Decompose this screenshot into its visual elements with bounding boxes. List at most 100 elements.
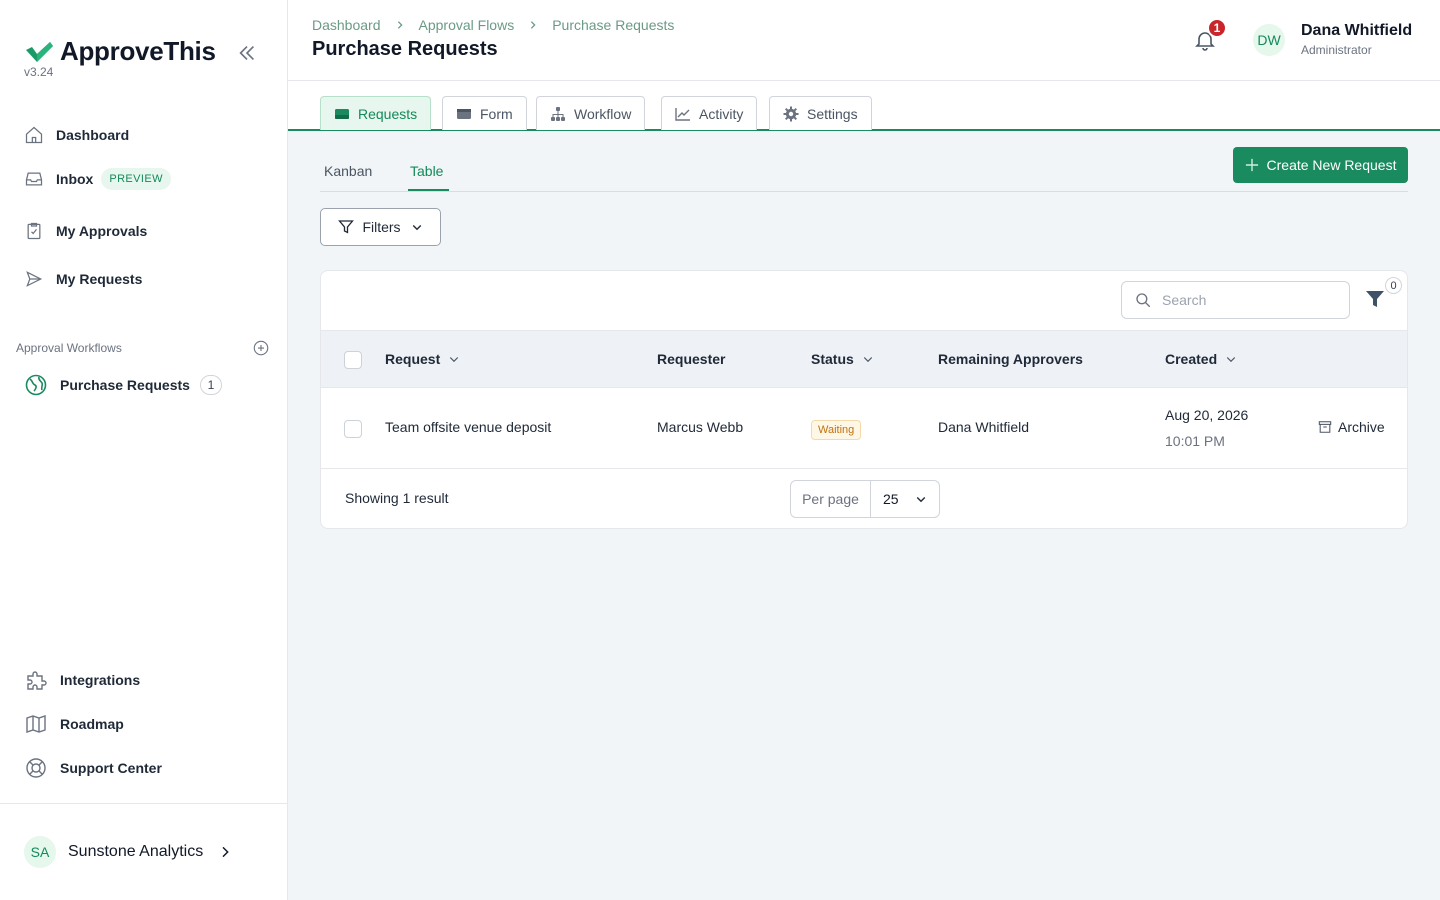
tab-settings[interactable]: Settings bbox=[769, 96, 872, 130]
tab-label: Workflow bbox=[574, 105, 632, 122]
sidebar-item-inbox[interactable]: Inbox PREVIEW bbox=[24, 168, 171, 190]
sidebar-item-integrations[interactable]: Integrations bbox=[24, 668, 140, 692]
sidebar-item-label: Support Center bbox=[60, 760, 162, 776]
tab-form[interactable]: Form bbox=[442, 96, 527, 130]
chevron-down-icon bbox=[1226, 357, 1236, 363]
sidebar-item-my-requests[interactable]: My Requests bbox=[24, 269, 142, 289]
archive-button[interactable]: Archive bbox=[1318, 419, 1385, 435]
remaining-approvers: Dana Whitfield bbox=[938, 419, 1030, 435]
top-header: Dashboard Approval Flows Purchase Reques… bbox=[288, 0, 1440, 81]
checkmark-logo-icon bbox=[26, 41, 53, 62]
add-workflow-icon[interactable] bbox=[252, 339, 270, 357]
column-label: Request bbox=[385, 351, 441, 367]
chevron-right-icon bbox=[531, 21, 536, 29]
request-title[interactable]: Team offsite venue deposit bbox=[385, 419, 551, 435]
user-role: Administrator bbox=[1301, 43, 1372, 57]
per-page-value: 25 bbox=[883, 491, 899, 507]
column-label: Requester bbox=[657, 351, 726, 367]
org-avatar: SA bbox=[24, 836, 56, 868]
sidebar: ApproveThis v3.24 Dashboard Inbox PREVIE… bbox=[0, 0, 288, 900]
workflow-tabbar: Requests Form Workflow Activity Settings bbox=[288, 81, 1440, 131]
user-name[interactable]: Dana Whitfield bbox=[1301, 22, 1412, 40]
preview-badge: PREVIEW bbox=[101, 168, 171, 190]
column-header-created[interactable]: Created bbox=[1165, 351, 1237, 367]
column-header-remaining-approvers: Remaining Approvers bbox=[938, 351, 1083, 367]
form-icon bbox=[457, 108, 471, 119]
sidebar-item-label: Purchase Requests bbox=[60, 377, 190, 393]
puzzle-icon bbox=[27, 671, 47, 690]
user-avatar[interactable]: DW bbox=[1253, 24, 1285, 56]
status-badge: Waiting bbox=[811, 420, 862, 440]
request-count-badge: 1 bbox=[199, 375, 222, 395]
tab-workflow[interactable]: Workflow bbox=[536, 96, 646, 130]
search-input[interactable] bbox=[1162, 292, 1332, 308]
sidebar-item-label: My Approvals bbox=[56, 223, 148, 239]
chevron-down-icon bbox=[412, 225, 421, 231]
filters-button[interactable]: Filters bbox=[320, 208, 441, 246]
clipboard-check-icon bbox=[27, 222, 41, 240]
globe-icon bbox=[25, 374, 47, 396]
search-field[interactable] bbox=[1121, 281, 1350, 319]
gear-icon bbox=[783, 106, 799, 121]
organization-switcher[interactable]: SA Sunstone Analytics bbox=[24, 836, 233, 868]
send-icon bbox=[26, 271, 43, 287]
map-icon bbox=[26, 715, 46, 733]
chevron-right-icon bbox=[397, 21, 403, 29]
column-header-request[interactable]: Request bbox=[385, 351, 460, 367]
sidebar-item-label: Roadmap bbox=[60, 716, 124, 732]
column-filter-icon[interactable] bbox=[1365, 289, 1385, 309]
create-new-request-button[interactable]: Create New Request bbox=[1233, 147, 1408, 183]
sidebar-item-dashboard[interactable]: Dashboard bbox=[24, 125, 129, 145]
archive-label: Archive bbox=[1338, 419, 1385, 435]
archive-icon bbox=[1318, 421, 1332, 433]
inbox-icon bbox=[25, 172, 43, 186]
chart-line-icon bbox=[675, 107, 690, 121]
sidebar-item-label: My Requests bbox=[56, 271, 143, 287]
active-subtab-indicator bbox=[408, 189, 449, 191]
created-time: 10:01 PM bbox=[1165, 433, 1225, 449]
search-icon bbox=[1136, 293, 1151, 308]
sidebar-item-label: Integrations bbox=[60, 672, 141, 688]
tab-activity[interactable]: Activity bbox=[661, 96, 758, 130]
app-name: ApproveThis bbox=[60, 36, 216, 66]
breadcrumb-purchase-requests[interactable]: Purchase Requests bbox=[552, 17, 674, 33]
sidebar-divider bbox=[0, 803, 288, 804]
column-header-status[interactable]: Status bbox=[811, 351, 874, 367]
app-logo[interactable]: ApproveThis bbox=[24, 36, 216, 67]
subtab-table[interactable]: Table bbox=[410, 163, 443, 179]
app-version: v3.24 bbox=[24, 65, 54, 79]
tab-label: Form bbox=[480, 105, 513, 122]
column-label: Remaining Approvers bbox=[938, 351, 1083, 367]
per-page-control: Per page 25 bbox=[790, 480, 940, 518]
row-select-checkbox[interactable] bbox=[344, 420, 362, 438]
column-label: Status bbox=[811, 351, 854, 367]
collapse-sidebar-icon[interactable] bbox=[236, 42, 258, 64]
table-row[interactable]: Team offsite venue deposit Marcus Webb W… bbox=[321, 388, 1407, 469]
sidebar-item-roadmap[interactable]: Roadmap bbox=[24, 712, 124, 736]
chevron-down-icon bbox=[916, 497, 926, 503]
select-all-checkbox[interactable] bbox=[344, 351, 362, 369]
per-page-select[interactable]: 25 bbox=[871, 481, 939, 517]
column-header-requester: Requester bbox=[657, 351, 725, 367]
created-date: Aug 20, 2026 bbox=[1165, 407, 1249, 423]
filters-label: Filters bbox=[362, 219, 401, 235]
subtab-kanban[interactable]: Kanban bbox=[324, 163, 372, 179]
org-name: Sunstone Analytics bbox=[68, 843, 204, 860]
requester-name: Marcus Webb bbox=[657, 419, 744, 435]
sidebar-item-my-approvals[interactable]: My Approvals bbox=[24, 221, 147, 241]
chevron-down-icon bbox=[450, 357, 459, 363]
result-count: Showing 1 result bbox=[345, 490, 449, 506]
breadcrumb-approval-flows[interactable]: Approval Flows bbox=[419, 17, 515, 33]
sidebar-item-support-center[interactable]: Support Center bbox=[24, 756, 162, 780]
home-icon bbox=[25, 126, 43, 144]
tab-label: Settings bbox=[807, 105, 858, 122]
breadcrumb-dashboard[interactable]: Dashboard bbox=[312, 17, 381, 33]
create-button-label: Create New Request bbox=[1266, 157, 1397, 173]
sidebar-item-purchase-requests[interactable]: Purchase Requests 1 bbox=[24, 373, 222, 397]
filter-icon bbox=[338, 220, 355, 234]
table-header: Request Requester Status Remaining Appro… bbox=[321, 330, 1407, 388]
sidebar-item-label: Inbox bbox=[56, 171, 94, 187]
chevron-right-icon bbox=[222, 846, 229, 858]
tab-requests[interactable]: Requests bbox=[320, 96, 432, 130]
tab-label: Requests bbox=[358, 105, 418, 122]
